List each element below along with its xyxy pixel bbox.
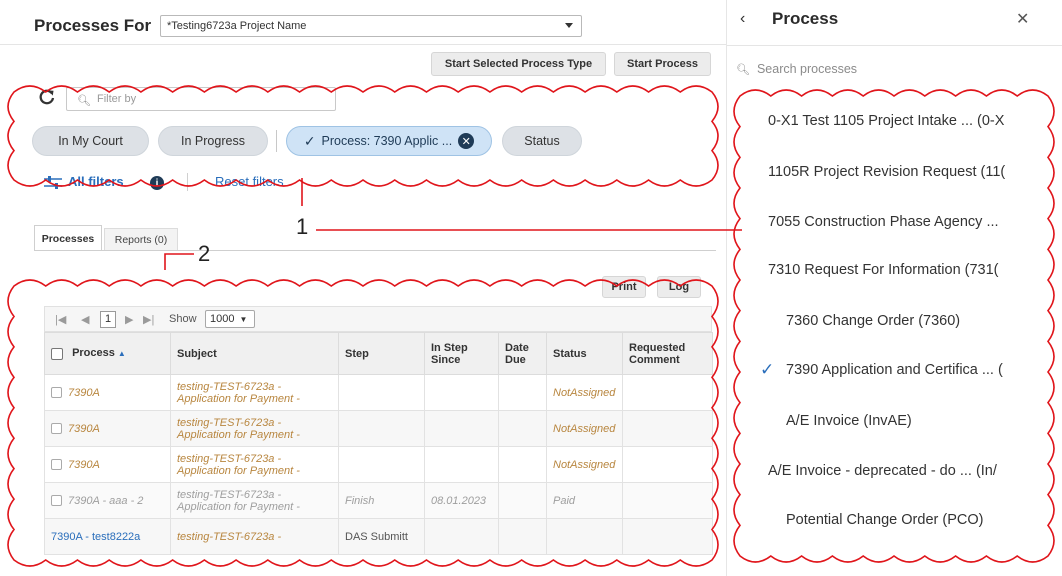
callout-2: 2: [198, 241, 211, 266]
callout-leader-line: [164, 253, 194, 270]
revision-cloud: [733, 89, 1055, 563]
annotation-overlay: [7, 85, 1055, 567]
revision-cloud: [7, 279, 719, 567]
revision-cloud: [7, 85, 719, 187]
callout-1: 1: [296, 214, 309, 239]
